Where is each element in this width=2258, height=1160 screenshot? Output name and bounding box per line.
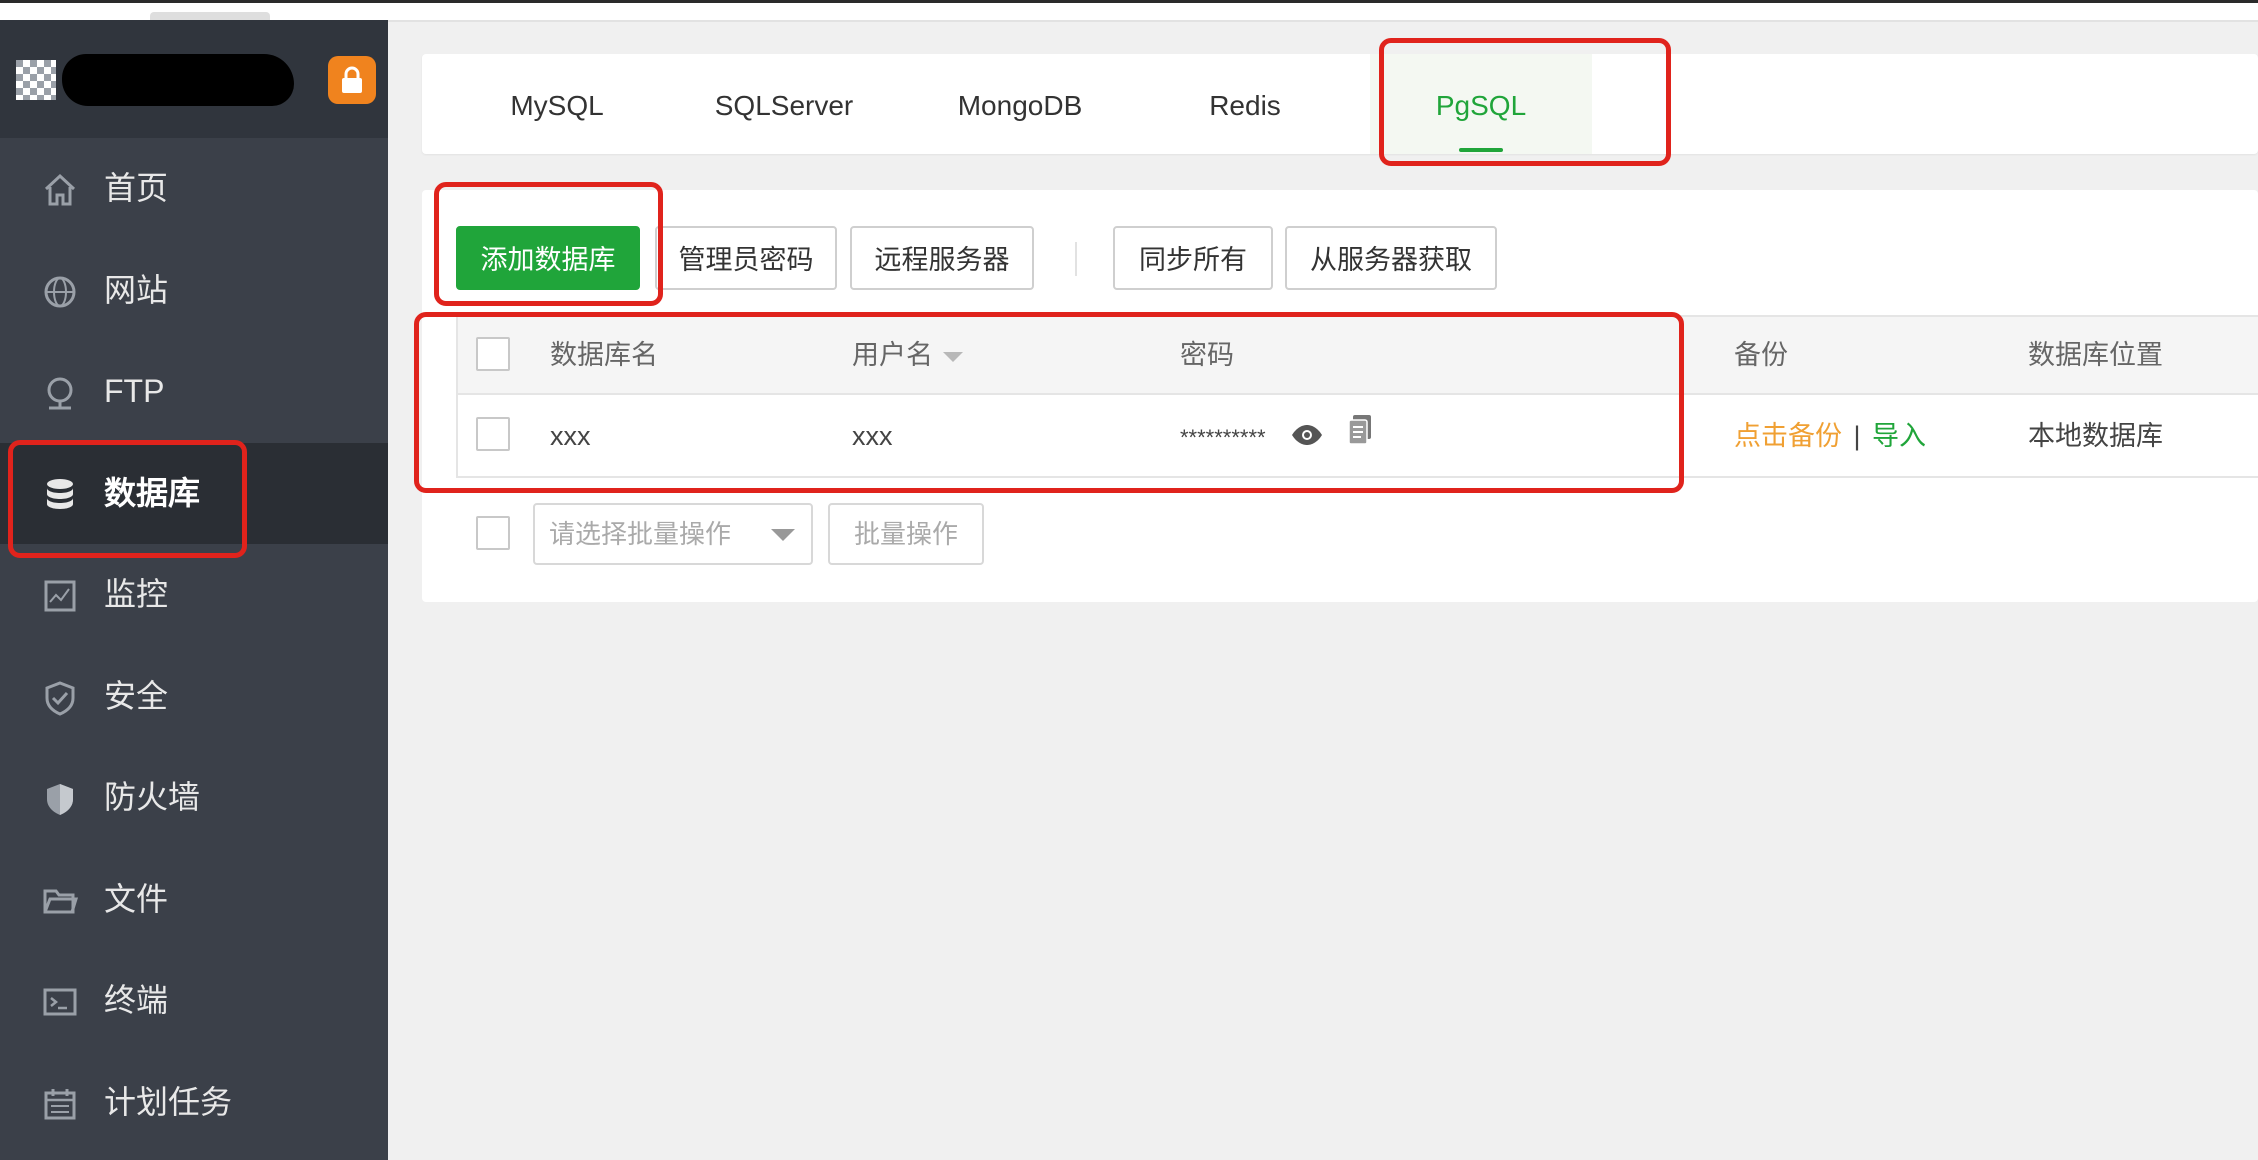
sidebar-item-label: 防火墙 [104, 779, 201, 815]
firewall-icon [40, 779, 80, 819]
remote-server-button[interactable]: 远程服务器 [850, 226, 1034, 290]
folder-icon [40, 881, 80, 921]
sidebar-item-firewall[interactable]: 防火墙 [0, 747, 388, 849]
sidebar-nav: 首页 网站 FTP 数据库 监控 安全 防火墙 文件 终端 计划任务 [0, 138, 388, 1153]
sidebar-item-home[interactable]: 首页 [0, 138, 388, 240]
sort-caret-icon[interactable] [943, 351, 963, 362]
sidebar-item-ftp[interactable]: FTP [0, 341, 388, 443]
home-icon [40, 170, 80, 210]
sidebar: 首页 网站 FTP 数据库 监控 安全 防火墙 文件 终端 计划任务 [0, 20, 388, 1160]
terminal-icon [40, 982, 80, 1022]
monitor-icon [40, 576, 80, 616]
sidebar-item-label: 安全 [104, 677, 169, 714]
tab-mongodb[interactable]: MongoDB [922, 54, 1118, 154]
shield-icon [40, 678, 80, 718]
row-password-masked: ********** [1180, 425, 1266, 450]
sidebar-item-cron[interactable]: 计划任务 [0, 1052, 388, 1154]
lock-icon[interactable] [328, 56, 376, 104]
sync-all-button[interactable]: 同步所有 [1113, 226, 1273, 290]
batch-action-select[interactable]: 请选择批量操作 [533, 503, 813, 565]
row-backup: 点击备份 | 导入 [1734, 395, 1926, 478]
browser-tab[interactable] [150, 12, 270, 20]
database-icon [40, 475, 80, 515]
tab-pgsql[interactable]: PgSQL [1370, 54, 1592, 154]
sidebar-item-label: 监控 [104, 576, 169, 612]
admin-password-button[interactable]: 管理员密码 [655, 226, 837, 290]
sidebar-item-security[interactable]: 安全 [0, 646, 388, 748]
calendar-icon [40, 1084, 80, 1124]
sidebar-item-label: 首页 [104, 170, 169, 206]
ftp-icon [40, 373, 80, 413]
header-db-name: 数据库名 [550, 340, 658, 370]
header-backup: 备份 [1734, 340, 1788, 370]
row-db-name: xxx [550, 421, 591, 451]
batch-select-placeholder: 请选择批量操作 [549, 519, 732, 549]
row-location: 本地数据库 [2028, 421, 2163, 451]
window-edge [0, 0, 2258, 3]
eye-icon[interactable] [1291, 396, 1323, 479]
server-logo [16, 60, 56, 100]
import-link[interactable]: 导入 [1872, 421, 1926, 451]
header-location: 数据库位置 [2028, 340, 2163, 370]
add-database-button[interactable]: 添加数据库 [456, 226, 640, 290]
sidebar-item-database[interactable]: 数据库 [0, 442, 388, 544]
sidebar-brand [0, 20, 388, 138]
backup-separator: | [1853, 421, 1861, 451]
table-header: 数据库名 用户名 密码 备份 数据库位置 [458, 317, 2258, 395]
fetch-from-server-button[interactable]: 从服务器获取 [1285, 226, 1497, 290]
batch-action-button[interactable]: 批量操作 [828, 503, 984, 565]
db-type-tabs: MySQL SQLServer MongoDB Redis PgSQL [422, 54, 2258, 154]
browser-top-strip [0, 0, 2258, 22]
header-username[interactable]: 用户名 [852, 317, 963, 393]
sidebar-item-label: FTP [104, 373, 165, 409]
row-checkbox[interactable] [476, 417, 510, 451]
tab-sqlserver[interactable]: SQLServer [686, 54, 882, 154]
tab-redis[interactable]: Redis [1160, 54, 1330, 154]
batch-select-checkbox[interactable] [476, 516, 510, 550]
database-table: 数据库名 用户名 密码 备份 数据库位置 xxx xxx ********** … [456, 315, 2258, 478]
header-username-label: 用户名 [852, 340, 933, 370]
row-username: xxx [852, 421, 893, 451]
copy-icon[interactable] [1347, 396, 1373, 479]
globe-icon [40, 272, 80, 312]
tab-mysql[interactable]: MySQL [470, 54, 644, 154]
sidebar-item-label: 终端 [104, 982, 169, 1018]
backup-link[interactable]: 点击备份 [1734, 421, 1842, 451]
sidebar-item-label: 文件 [104, 880, 169, 917]
chevron-down-icon [771, 529, 795, 541]
sidebar-item-label: 数据库 [104, 474, 201, 511]
header-password: 密码 [1180, 340, 1234, 370]
sidebar-item-label: 计划任务 [104, 1083, 233, 1120]
select-all-checkbox[interactable] [476, 337, 510, 371]
sidebar-item-label: 网站 [104, 271, 169, 308]
sidebar-item-files[interactable]: 文件 [0, 849, 388, 951]
toolbar-divider [1075, 242, 1077, 276]
sidebar-item-website[interactable]: 网站 [0, 240, 388, 342]
sidebar-item-monitor[interactable]: 监控 [0, 544, 388, 646]
sidebar-item-terminal[interactable]: 终端 [0, 950, 388, 1052]
redacted-server-name [62, 54, 294, 106]
row-password: ********** [1180, 395, 1373, 479]
